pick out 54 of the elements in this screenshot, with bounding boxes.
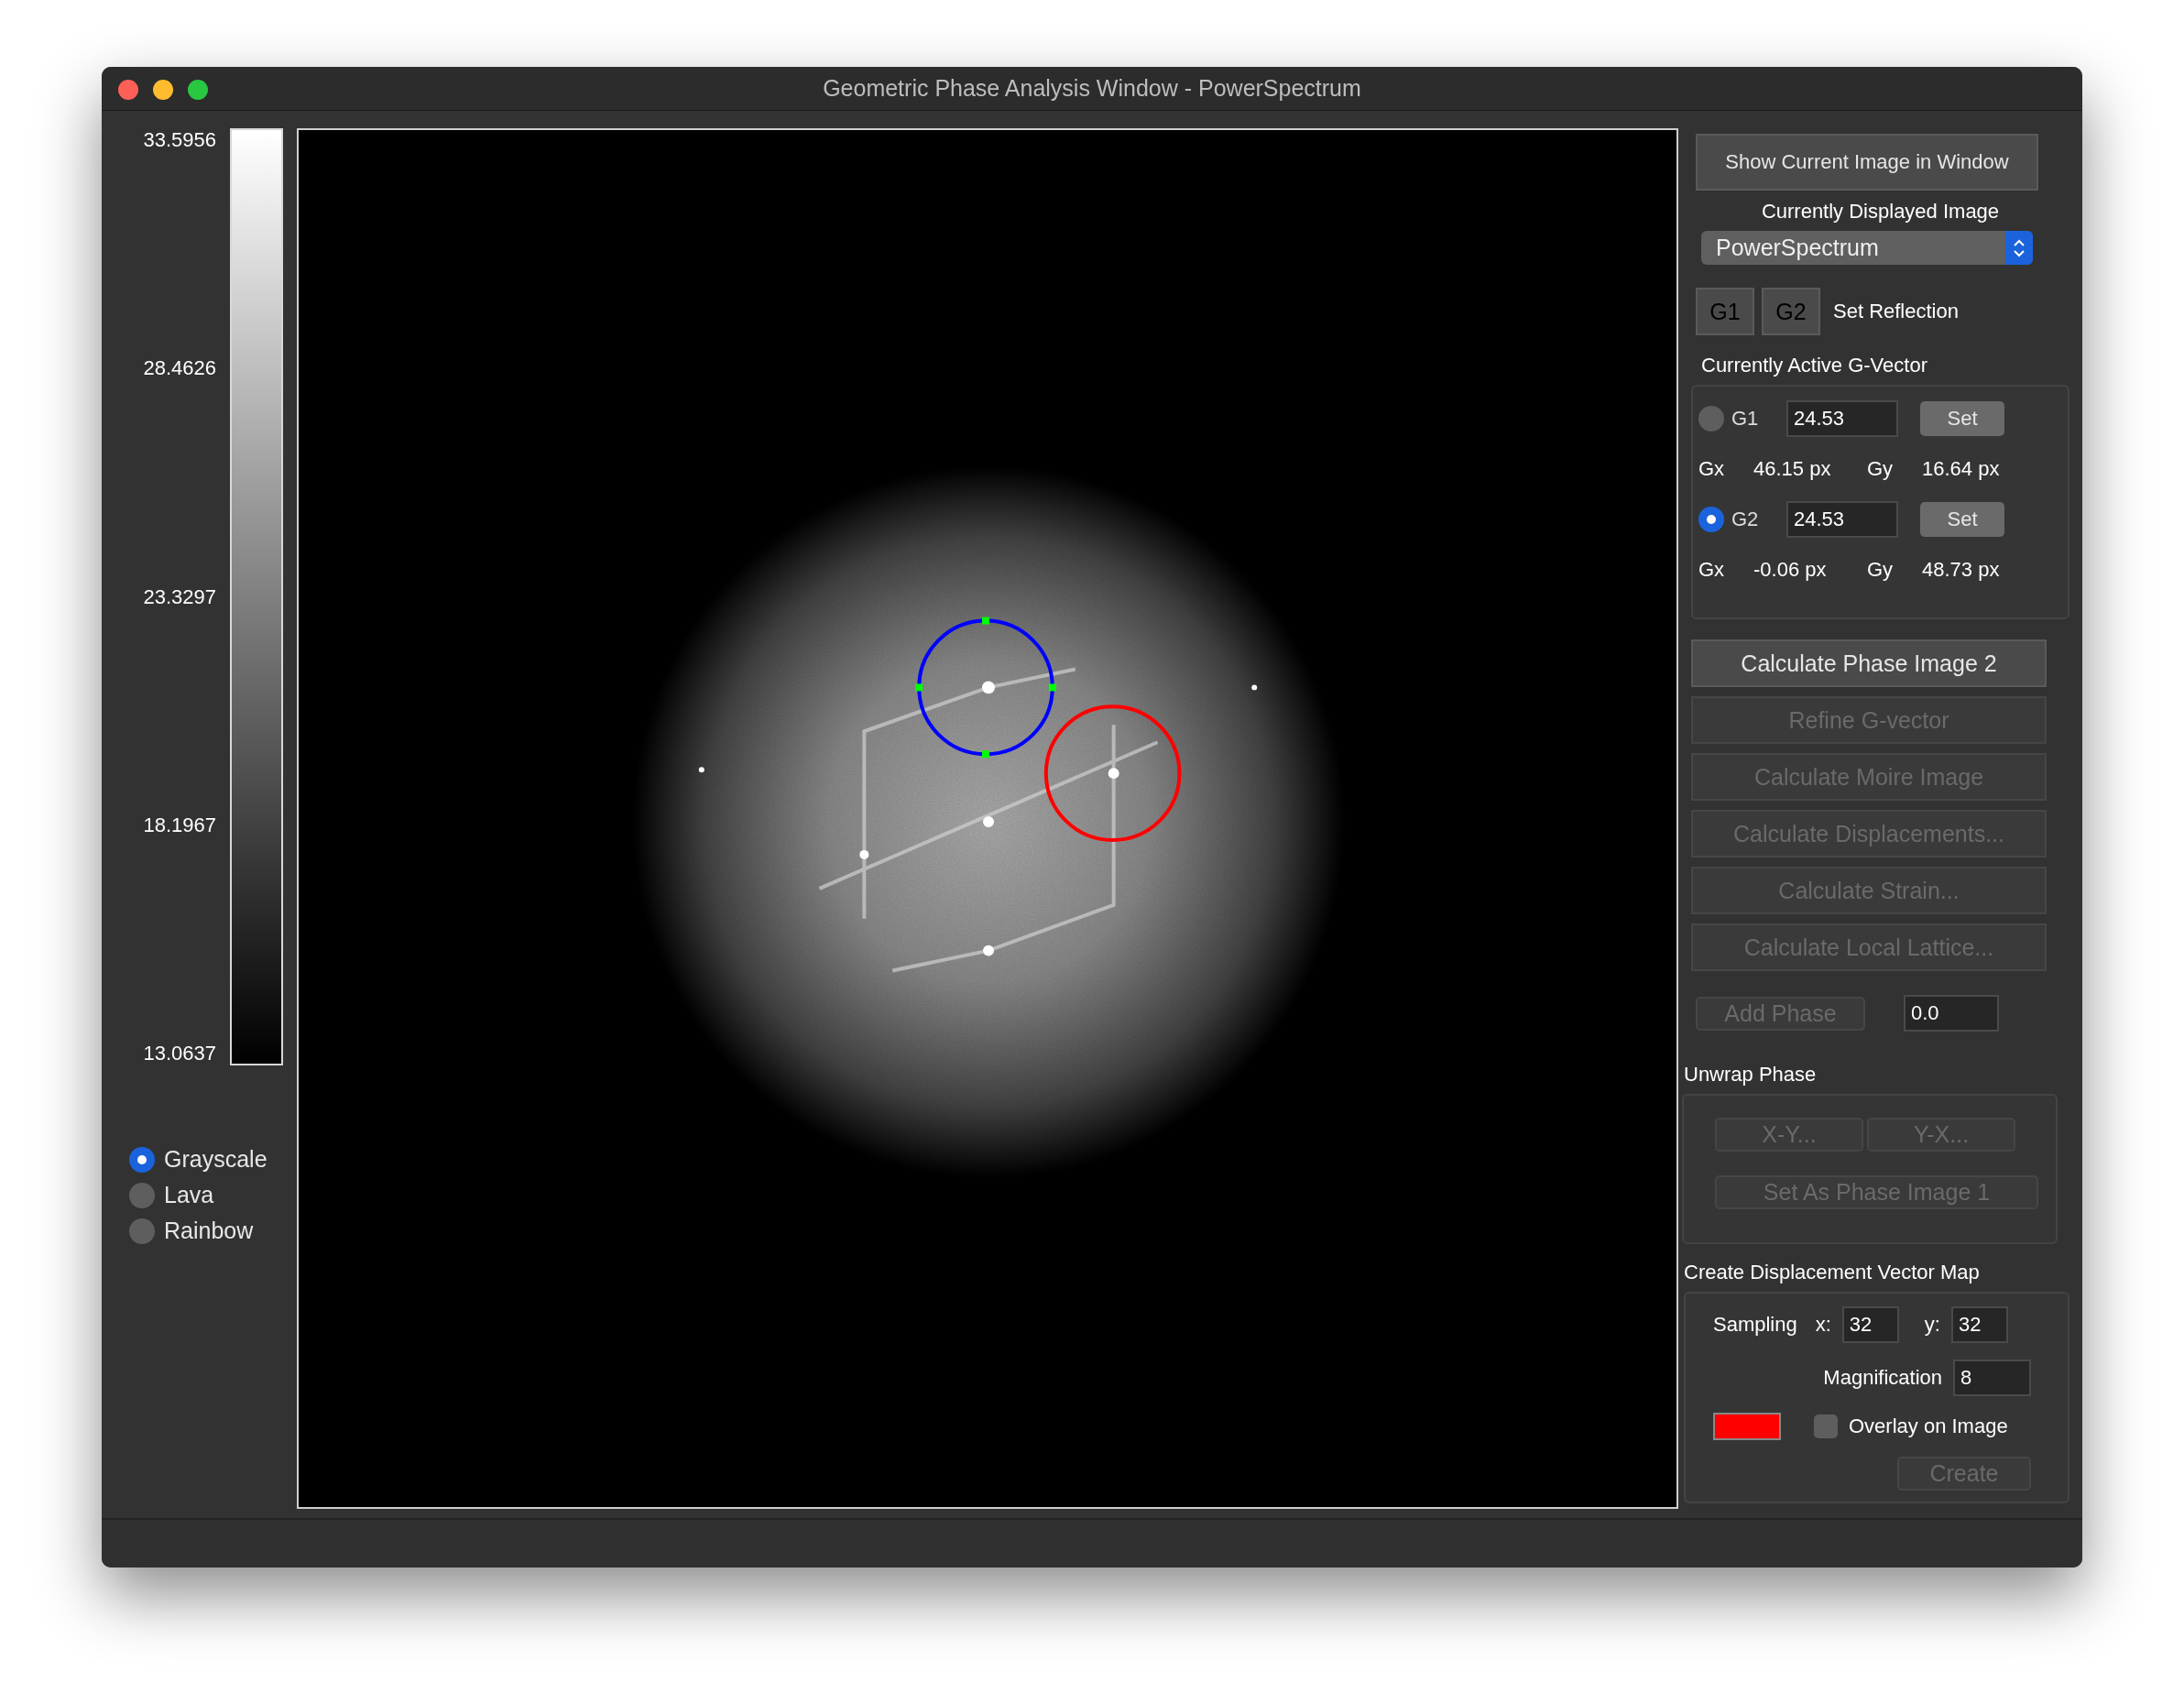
colorbar-tick-label: 18.1967	[143, 813, 216, 837]
radio-button[interactable]	[1698, 406, 1724, 431]
close-icon[interactable]	[118, 80, 138, 100]
mask-circle[interactable]	[915, 617, 1056, 759]
reflection-label: Set Reflection	[1833, 300, 1959, 323]
radio-button[interactable]	[129, 1218, 155, 1244]
colormap-label: Lava	[164, 1182, 214, 1208]
gx-value: -0.06 px	[1753, 558, 1828, 582]
gy-label: Gy	[1867, 457, 1895, 481]
magnification-label: Magnification	[1823, 1366, 1942, 1390]
colorbar-tick-label: 33.5956	[143, 128, 216, 152]
set-button[interactable]: Set	[1920, 401, 2004, 436]
radio-button[interactable]	[1698, 507, 1724, 532]
magnification-field[interactable]: 8	[1953, 1360, 2031, 1396]
minimize-icon[interactable]	[153, 80, 173, 100]
y-label: y:	[1924, 1313, 1940, 1337]
colorbar-tick-label: 13.0637	[143, 1042, 216, 1065]
colormap-label: Rainbow	[164, 1218, 254, 1244]
overlay-label: Overlay on Image	[1849, 1415, 2008, 1438]
displayed-image-label: Currently Displayed Image	[1760, 200, 2001, 224]
sampling-x-field[interactable]: 32	[1841, 1306, 1899, 1343]
gy-value: 16.64 px	[1922, 457, 2001, 481]
g-value-field[interactable]: 24.53	[1786, 400, 1898, 437]
sampling-y-field[interactable]: 32	[1950, 1306, 2008, 1343]
sampling-label: Sampling	[1713, 1313, 1797, 1337]
gx-value: 46.15 px	[1753, 457, 1832, 481]
section-title: Create Displacement Vector Map	[1684, 1261, 1981, 1284]
window-title: Geometric Phase Analysis Window - PowerSpectrum	[823, 75, 1361, 102]
gx-label: Gx	[1698, 457, 1726, 481]
g-vector-label: G1	[1731, 407, 1760, 431]
reflection-button[interactable]: G1	[1696, 288, 1754, 335]
gy-label: Gy	[1867, 558, 1895, 582]
section-title: Unwrap Phase	[1684, 1063, 1818, 1087]
mask-circle[interactable]	[1043, 705, 1182, 842]
g-vector-label: G2	[1731, 508, 1760, 531]
gy-value: 48.73 px	[1922, 558, 2001, 582]
action-button[interactable]: Calculate Phase Image 2	[1691, 639, 2047, 687]
g-value-field[interactable]: 24.53	[1786, 501, 1898, 538]
radio-button[interactable]	[129, 1182, 155, 1208]
zoom-icon[interactable]	[188, 80, 208, 100]
set-button[interactable]: Set	[1920, 502, 2004, 537]
image-select[interactable]: PowerSpectrum	[1701, 231, 2033, 265]
x-label: x:	[1815, 1313, 1831, 1337]
stepper-icon	[2005, 231, 2033, 265]
section-title: Currently Active G-Vector	[1701, 354, 1928, 377]
checkbox[interactable]	[1814, 1415, 1838, 1438]
gx-label: Gx	[1698, 558, 1726, 582]
color-swatch[interactable]	[1713, 1413, 1781, 1440]
show-image-button[interactable]: Show Current Image in Window	[1696, 134, 2038, 191]
colormap-label: Grayscale	[164, 1146, 268, 1173]
colorbar-tick-label: 23.3297	[143, 584, 216, 609]
colorbar-tick-label: 28.4626	[143, 356, 216, 381]
reflection-button[interactable]: G2	[1762, 288, 1820, 335]
radio-button[interactable]	[129, 1146, 155, 1173]
